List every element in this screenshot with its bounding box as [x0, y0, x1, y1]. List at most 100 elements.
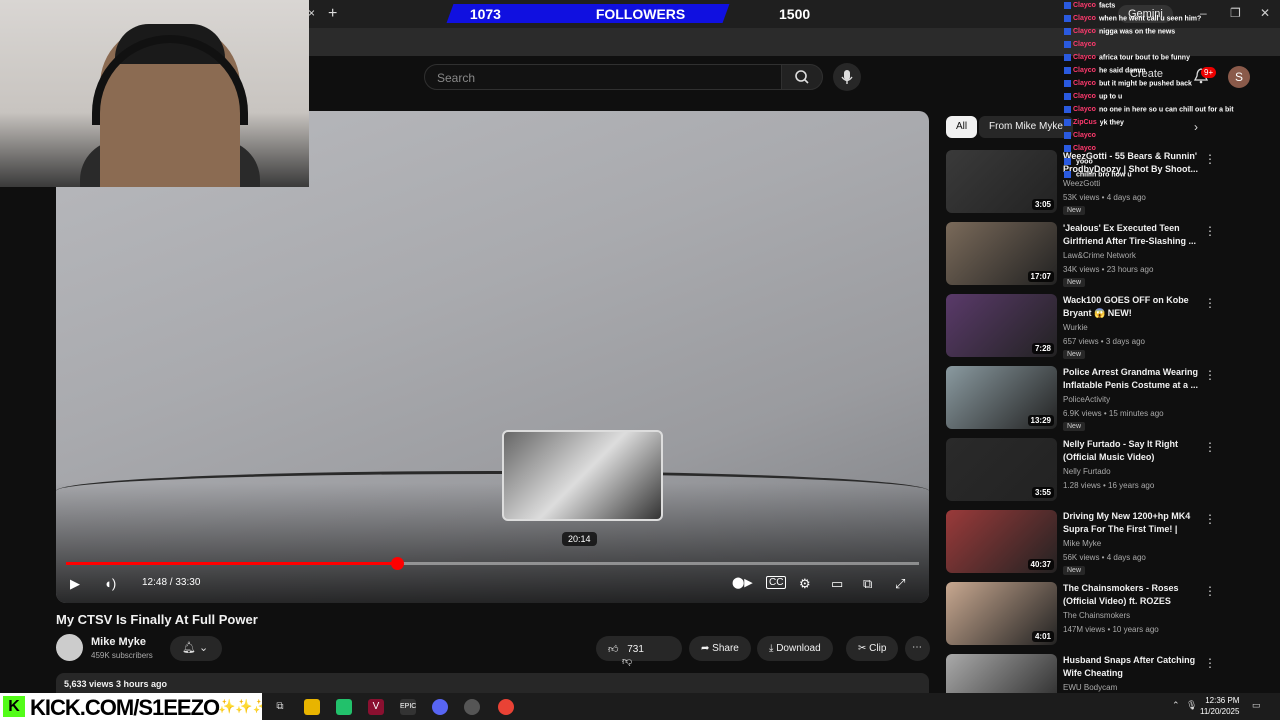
tray-chevron-icon[interactable]: ⌃	[1172, 700, 1180, 711]
recommendation-thumbnail[interactable]: 40:37	[946, 510, 1057, 573]
recommendation-thumbnail[interactable]: 17:07	[946, 222, 1057, 285]
recommendation-channel[interactable]: Law&Crime Network	[1063, 251, 1136, 260]
subscribe-notifications-button[interactable]: 🔔︎ ⌄	[170, 636, 222, 661]
app-green-icon[interactable]	[336, 699, 352, 715]
recommendation-item[interactable]: 40:37 Driving My New 1200+hp MK4 Supra Fo…	[946, 510, 1216, 576]
tray-mic-icon[interactable]: 🎙︎	[1186, 700, 1197, 711]
recommendation-item[interactable]: 4:01 The Chainsmokers - Roses (Official V…	[946, 582, 1216, 648]
discord-icon[interactable]	[432, 699, 448, 715]
chat-message: Clayco no one in here so u can chill out …	[1064, 106, 1254, 119]
more-vertical-icon[interactable]: ⋮	[1204, 224, 1216, 238]
miniplayer-icon[interactable]: ▭	[831, 576, 843, 592]
chat-badge-icon	[1064, 171, 1071, 178]
recommendation-thumbnail[interactable]: 7:28	[946, 294, 1057, 357]
recommendation-channel[interactable]: EWU Bodycam	[1063, 683, 1117, 692]
recommendation-item[interactable]: 7:28 Wack100 GOES OFF on Kobe Bryant 😱 NE…	[946, 294, 1216, 360]
recommendation-title[interactable]: Driving My New 1200+hp MK4 Supra For The…	[1063, 510, 1203, 536]
fullscreen-icon[interactable]: ⤢	[895, 576, 905, 592]
download-button[interactable]: ⤓ Download	[757, 636, 833, 661]
notification-center-icon[interactable]: ▭	[1252, 700, 1261, 711]
chat-message: Clayco nigga was on the news	[1064, 28, 1254, 41]
progress-scrubber[interactable]	[390, 557, 404, 570]
channel-avatar[interactable]	[56, 634, 83, 661]
valorant-icon[interactable]: V	[368, 699, 384, 715]
kick-banner: K KICK.COM/S1EEZO ✨✨✨	[0, 693, 270, 720]
channel-name[interactable]: Mike Myke	[91, 636, 146, 648]
recommendation-title[interactable]: 'Jealous' Ex Executed Teen Girlfriend Af…	[1063, 222, 1203, 248]
clock-time: 12:36 PM	[1205, 696, 1240, 705]
recommendation-channel[interactable]: The Chainsmokers	[1063, 611, 1130, 620]
captions-button[interactable]: CC	[766, 576, 787, 589]
more-vertical-icon[interactable]: ⋮	[1204, 512, 1216, 526]
recommendation-title[interactable]: Nelly Furtado - Say It Right (Official M…	[1063, 438, 1203, 464]
progress-bar[interactable]	[66, 557, 919, 570]
obs-icon[interactable]	[464, 699, 480, 715]
followers-label: FOLLOWERS	[595, 6, 686, 22]
chat-badge-icon	[1064, 15, 1071, 22]
thumbs-down-icon[interactable]: 👎︎	[622, 656, 632, 667]
file-explorer-icon[interactable]	[304, 699, 320, 715]
chat-message: Clayco	[1064, 41, 1254, 54]
recommendation-channel[interactable]: PoliceActivity	[1063, 395, 1110, 404]
recommendation-title[interactable]: The Chainsmokers - Roses (Official Video…	[1063, 582, 1203, 608]
description-box[interactable]: 5,633 views 3 hours ago	[56, 673, 929, 695]
recommendation-channel[interactable]: Wurkie	[1063, 323, 1088, 332]
more-vertical-icon[interactable]: ⋮	[1204, 368, 1216, 382]
new-badge: New	[1063, 278, 1086, 287]
cast-icon[interactable]: ⧉	[863, 576, 872, 592]
chat-badge-icon	[1064, 119, 1071, 126]
clip-button[interactable]: ✂ Clip	[846, 636, 899, 661]
duration-badge: 40:37	[1027, 559, 1054, 570]
recommendation-thumbnail[interactable]: 3:05	[946, 150, 1057, 213]
thumbs-up-icon[interactable]: 👍︎	[608, 644, 618, 655]
chrome-icon[interactable]	[498, 699, 514, 715]
play-button[interactable]: ▶	[70, 576, 80, 592]
chip-all[interactable]: All	[946, 116, 978, 138]
kick-logo-icon: K	[3, 696, 25, 717]
chat-username: ZipCus	[1073, 119, 1097, 127]
recommendation-title[interactable]: Husband Snaps After Catching Wife Cheati…	[1063, 654, 1203, 680]
recommendation-thumbnail[interactable]: 3:55	[946, 438, 1057, 501]
recommendation-title[interactable]: Wack100 GOES OFF on Kobe Bryant 😱 NEW!	[1063, 294, 1203, 320]
taskbar-clock[interactable]: 12:36 PM 11/20/2025	[1200, 695, 1239, 717]
recommendation-meta: 1.28 views • 16 years ago	[1063, 481, 1155, 490]
recommendation-item[interactable]: 17:07 'Jealous' Ex Executed Teen Girlfrie…	[946, 222, 1216, 288]
recommendation-thumbnail[interactable]: 4:01	[946, 582, 1057, 645]
more-vertical-icon[interactable]: ⋮	[1204, 440, 1216, 454]
more-actions-button[interactable]: ⋯	[905, 636, 930, 661]
more-vertical-icon[interactable]: ⋮	[1204, 656, 1216, 670]
stream-chat-overlay: Clayco facts Clayco when he went call u see…	[1064, 2, 1254, 184]
recommendation-thumbnail[interactable]: 13:29	[946, 366, 1057, 429]
recommendation-channel[interactable]: Mike Myke	[1063, 539, 1101, 548]
recommendation-meta: 56K views • 4 days ago	[1063, 553, 1146, 562]
more-vertical-icon[interactable]: ⋮	[1204, 584, 1216, 598]
time-display: 12:48 / 33:30	[142, 577, 201, 588]
search-button[interactable]	[781, 64, 823, 90]
close-window-icon[interactable]: ✕	[1260, 6, 1270, 20]
task-view-icon[interactable]: ⧉	[272, 699, 288, 715]
chat-badge-icon	[1064, 106, 1071, 113]
chat-text: up to u	[1098, 93, 1123, 101]
like-dislike-group[interactable]: 👍︎ 731 👎︎	[596, 636, 682, 667]
recommendation-item[interactable]: 3:55 Nelly Furtado - Say It Right (Offici…	[946, 438, 1216, 504]
recommendation-meta: 657 views • 3 days ago	[1063, 337, 1145, 346]
chat-text: chillin bro how u	[1076, 171, 1132, 179]
settings-gear-icon[interactable]: ⚙	[799, 576, 811, 592]
share-button[interactable]: ➦ Share	[689, 636, 751, 661]
volume-icon[interactable]: ◖)	[104, 576, 116, 591]
recommendation-title[interactable]: Police Arrest Grandma Wearing Inflatable…	[1063, 366, 1203, 392]
recommendation-item[interactable]: 13:29 Police Arrest Grandma Wearing Infla…	[946, 366, 1216, 432]
epic-games-icon[interactable]: EPIC	[400, 699, 416, 715]
chat-message: Clayco	[1064, 132, 1254, 145]
recommendation-channel[interactable]: Nelly Furtado	[1063, 467, 1111, 476]
chat-badge-icon	[1064, 158, 1071, 165]
more-vertical-icon[interactable]: ⋮	[1204, 296, 1216, 310]
followers-goal: 1500	[779, 6, 811, 22]
chip-from-channel[interactable]: From Mike Myke	[979, 116, 1073, 138]
chat-username: Clayco	[1073, 67, 1096, 75]
search-input[interactable]: Search	[424, 64, 782, 90]
voice-search-button[interactable]	[833, 63, 861, 91]
new-tab-icon[interactable]: +	[328, 5, 337, 23]
autoplay-toggle[interactable]: ⬤▶	[732, 576, 753, 589]
close-tab-icon[interactable]: ×	[308, 6, 315, 20]
